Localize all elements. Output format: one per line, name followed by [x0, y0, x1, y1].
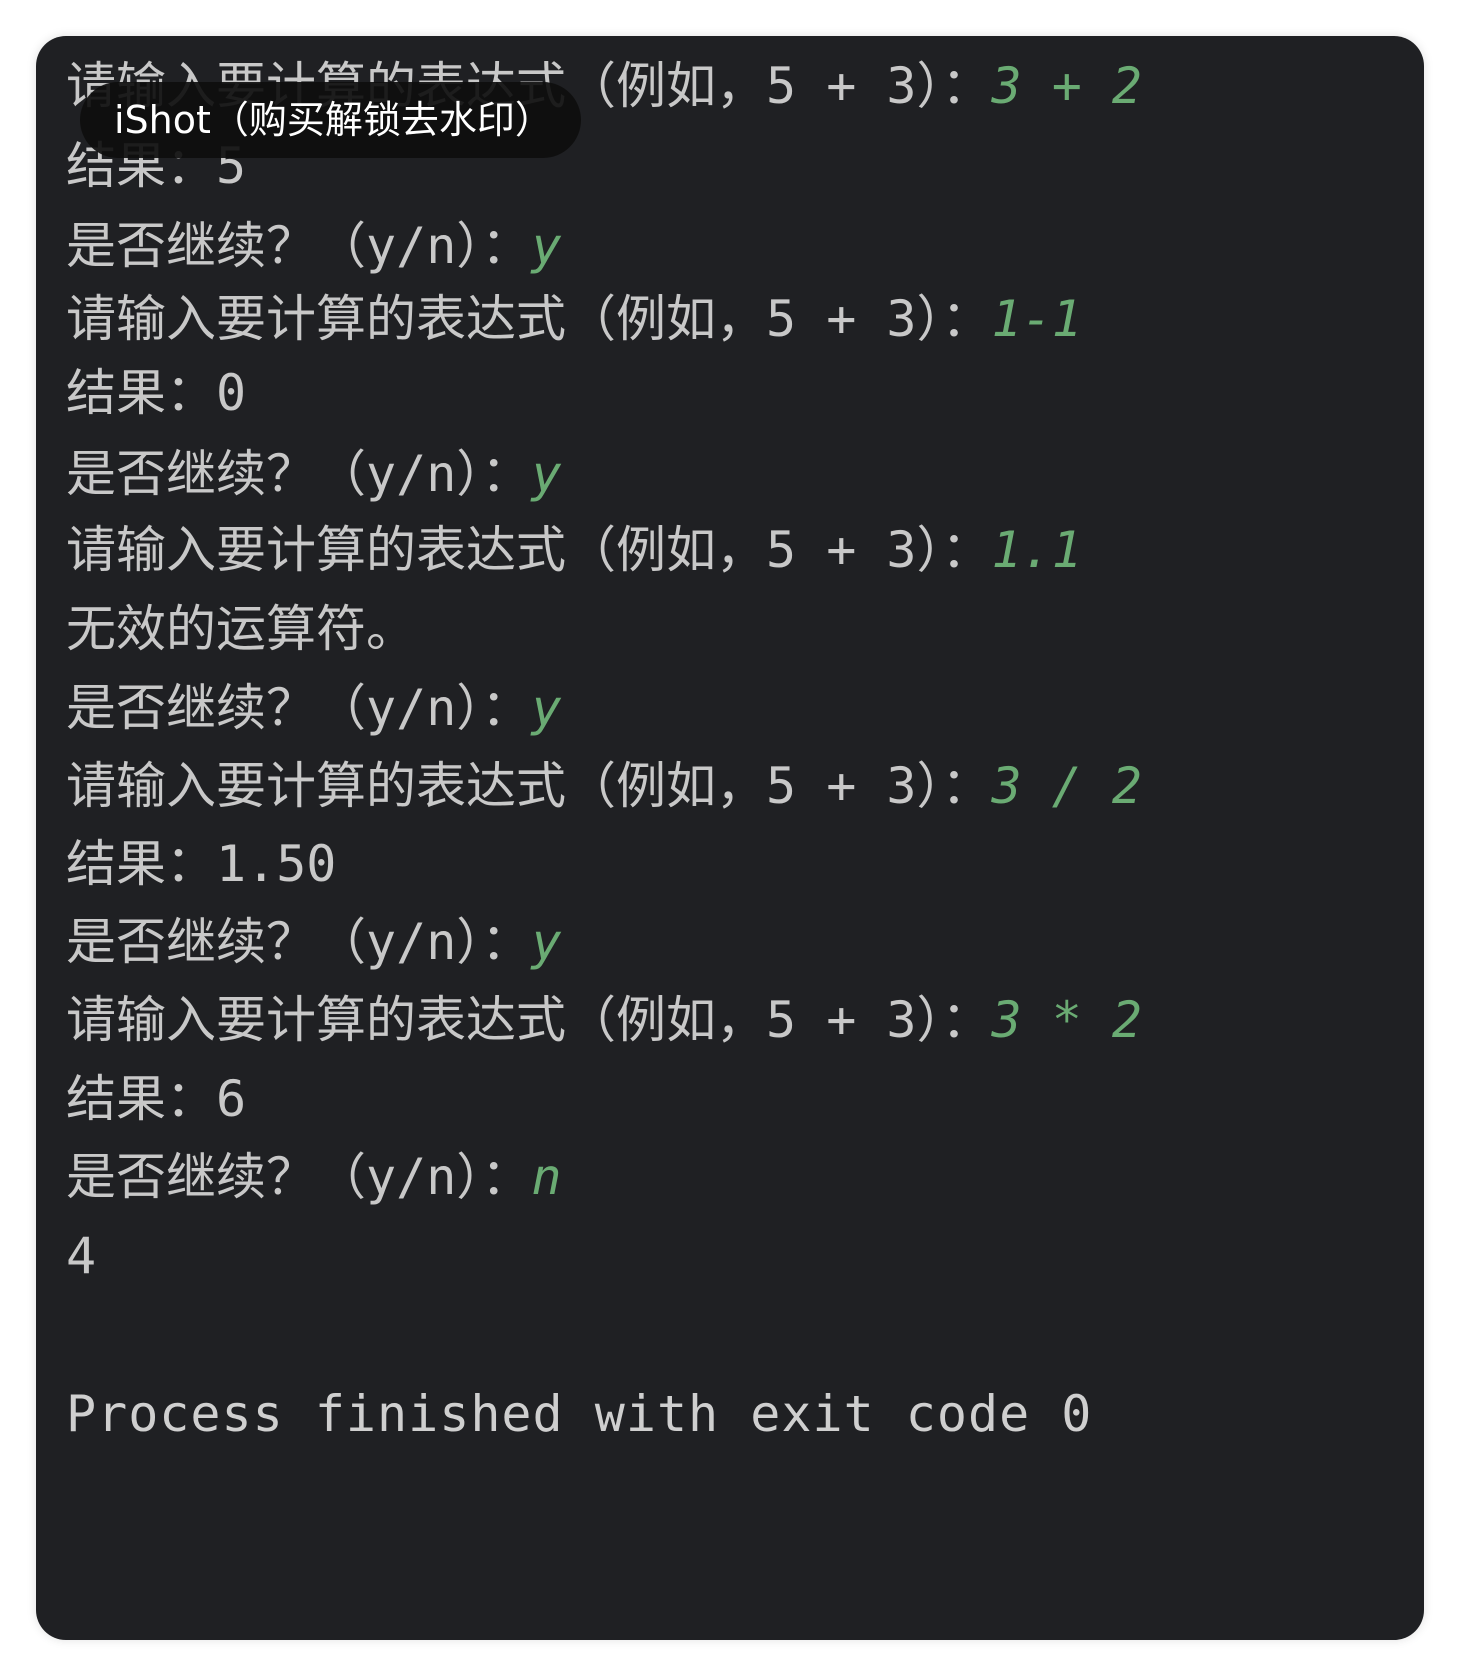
user-input-text: 1.1	[991, 521, 1082, 579]
prompt-text: 是否继续？（y/n）：	[66, 217, 532, 275]
console-line: 请输入要计算的表达式（例如，5 + 3）：3 * 2	[66, 984, 1142, 1056]
run-console-output: 请输入要计算的表达式（例如，5 + 3）：3 + 2 结果：5 是否继续？（y/…	[36, 36, 1424, 1640]
console-line: 结果：6	[66, 1063, 246, 1135]
user-input-text: y	[531, 913, 562, 971]
console-line: 请输入要计算的表达式（例如，5 + 3）：1-1	[66, 283, 1082, 355]
user-input-text: 1-1	[991, 290, 1082, 348]
ishot-watermark-badge: iShot（购买解锁去水印）	[80, 82, 581, 158]
console-line: 请输入要计算的表达式（例如，5 + 3）：3 / 2	[66, 750, 1142, 822]
user-input-text: 3 * 2	[991, 991, 1143, 1049]
error-text: 无效的运算符。	[66, 600, 416, 658]
result-text: 结果：6	[66, 1070, 247, 1128]
console-line: 是否继续？（y/n）：y	[66, 906, 561, 978]
prompt-text: 是否继续？（y/n）：	[66, 679, 532, 737]
console-line: 无效的运算符。	[66, 593, 416, 665]
console-line: 是否继续？（y/n）：n	[66, 1141, 561, 1213]
process-finished-message: Process finished with exit code 0	[66, 1385, 1093, 1443]
prompt-text: 是否继续？（y/n）：	[66, 445, 532, 503]
user-input-text: n	[531, 1148, 562, 1206]
output-text: 4	[66, 1227, 97, 1285]
prompt-text: 请输入要计算的表达式（例如，5 + 3）：	[66, 757, 992, 815]
user-input-text: 3 + 2	[991, 57, 1143, 115]
user-input-text: y	[531, 217, 562, 275]
prompt-text: 请输入要计算的表达式（例如，5 + 3）：	[66, 521, 992, 579]
console-line: 是否继续？（y/n）：y	[66, 210, 561, 282]
user-input-text: 3 / 2	[991, 757, 1143, 815]
console-line: 4	[66, 1220, 96, 1292]
console-line: 是否继续？（y/n）：y	[66, 672, 561, 744]
prompt-text: 请输入要计算的表达式（例如，5 + 3）：	[66, 290, 992, 348]
console-line: 是否继续？（y/n）：y	[66, 438, 561, 510]
result-text: 结果：0	[66, 364, 247, 422]
prompt-text: 是否继续？（y/n）：	[66, 913, 532, 971]
user-input-text: y	[531, 445, 562, 503]
user-input-text: y	[531, 679, 562, 737]
console-line: 请输入要计算的表达式（例如，5 + 3）：1.1	[66, 514, 1082, 586]
console-line: 结果：1.50	[66, 828, 336, 900]
console-line: 结果：0	[66, 357, 246, 429]
prompt-text: 请输入要计算的表达式（例如，5 + 3）：	[66, 991, 992, 1049]
result-text: 结果：1.50	[66, 835, 337, 893]
prompt-text: 是否继续？（y/n）：	[66, 1148, 532, 1206]
